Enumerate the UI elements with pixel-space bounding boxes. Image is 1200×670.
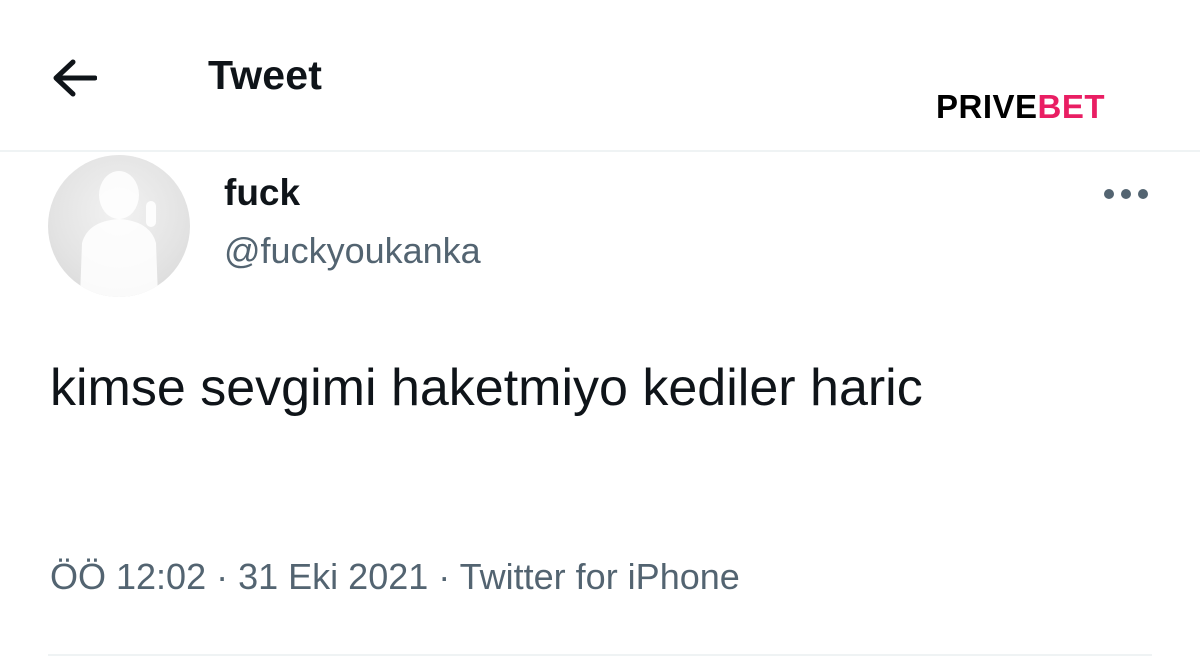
meta-separator: · bbox=[216, 556, 229, 597]
tweet-meta: ÖÖ 12:02 · 31 Eki 2021 · Twitter for iPh… bbox=[50, 556, 740, 598]
meta-separator: · bbox=[438, 556, 451, 597]
tweet-source[interactable]: Twitter for iPhone bbox=[460, 556, 740, 597]
more-horizontal-icon bbox=[1104, 189, 1148, 199]
brand-logo-part-b: BET bbox=[1037, 88, 1106, 125]
back-button[interactable] bbox=[48, 55, 100, 101]
top-bar: Tweet PRIVEBET bbox=[0, 0, 1200, 152]
tweet-date[interactable]: 31 Eki 2021 bbox=[238, 556, 428, 597]
page-title: Tweet bbox=[208, 52, 323, 98]
user-handle[interactable]: @fuckyoukanka bbox=[224, 230, 481, 272]
arrow-left-icon bbox=[53, 59, 97, 97]
more-options-button[interactable] bbox=[1100, 178, 1152, 210]
brand-logo-part-a: PRIVE bbox=[936, 88, 1038, 125]
tweet-time[interactable]: ÖÖ 12:02 bbox=[50, 556, 206, 597]
brand-logo: PRIVEBET bbox=[936, 88, 1105, 126]
tweet-text: kimse sevgimi haketmiyo kediler haric bbox=[50, 359, 923, 417]
tweet-detail-page: Tweet PRIVEBET fuck @fuckyoukanka kimse … bbox=[0, 0, 1200, 670]
divider bbox=[48, 654, 1152, 656]
default-silhouette-icon bbox=[80, 171, 158, 297]
avatar[interactable] bbox=[48, 155, 190, 297]
display-name[interactable]: fuck bbox=[224, 172, 300, 214]
